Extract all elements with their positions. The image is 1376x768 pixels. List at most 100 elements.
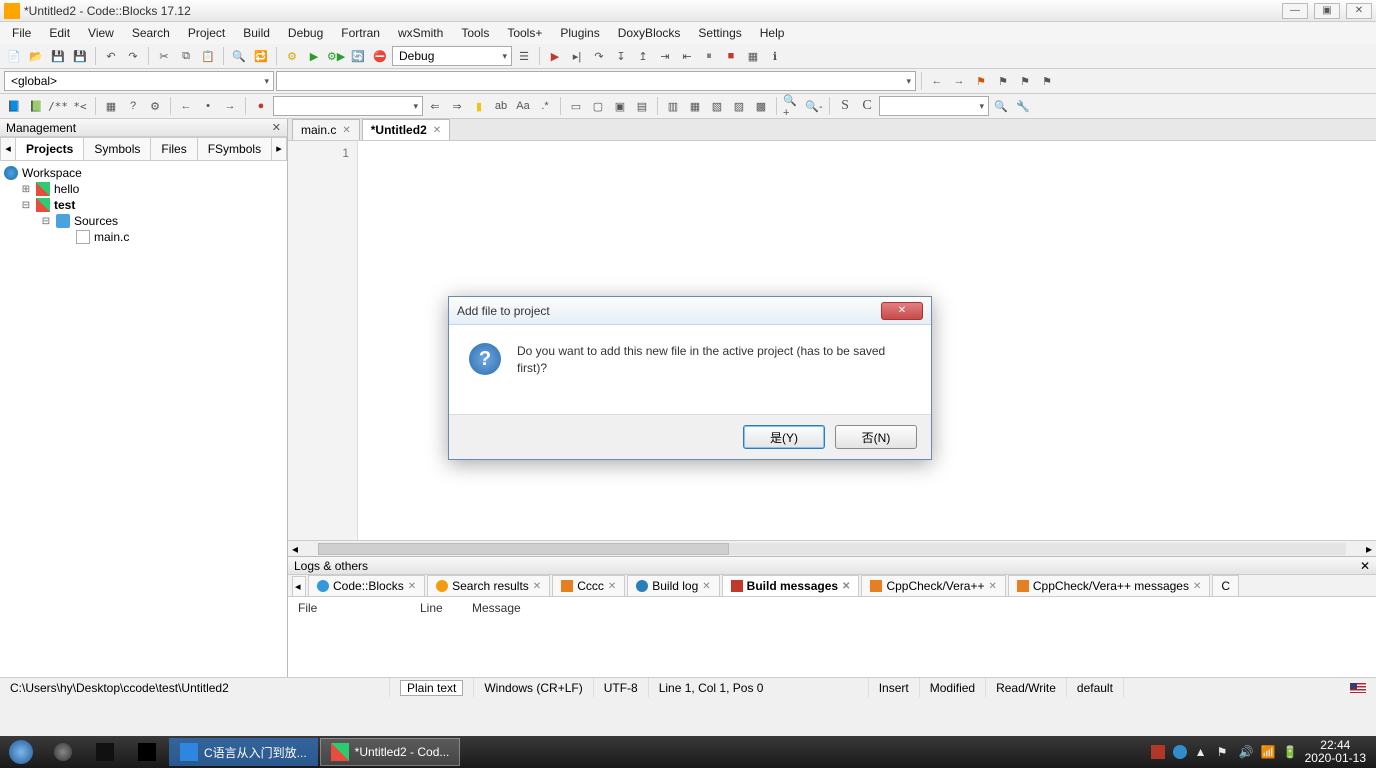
close-icon[interactable]: ✕ <box>608 581 616 592</box>
debug-start-icon[interactable]: ▶ <box>545 46 565 66</box>
run-icon[interactable]: ▶ <box>304 46 324 66</box>
minimize-button[interactable]: — <box>1282 3 1308 19</box>
rec-icon[interactable]: ● <box>251 96 271 116</box>
debug-step-in-icon[interactable]: ↧ <box>611 46 631 66</box>
symbol-dropdown[interactable] <box>276 71 916 91</box>
extra-combo[interactable] <box>879 96 989 116</box>
menu-tools[interactable]: Tools <box>453 24 497 42</box>
paste-icon[interactable]: 📋 <box>198 46 218 66</box>
search2-icon[interactable]: 🔍 <box>991 96 1011 116</box>
find-icon[interactable]: 🔍 <box>229 46 249 66</box>
box3-icon[interactable]: ▤ <box>632 96 652 116</box>
close-button[interactable]: ✕ <box>1346 3 1372 19</box>
editor-tab-untitled2[interactable]: *Untitled2 ✕ <box>362 119 450 140</box>
collapse-icon[interactable]: ⊟ <box>40 216 52 227</box>
undo-icon[interactable]: ↶ <box>101 46 121 66</box>
tab-fsymbols[interactable]: FSymbols <box>197 137 272 160</box>
doxy-extract-icon[interactable]: 📗 <box>26 96 46 116</box>
match-case-icon[interactable]: Aa <box>513 96 533 116</box>
doxy-help-icon[interactable]: ? <box>123 96 143 116</box>
scope-dropdown[interactable]: <global> <box>4 71 274 91</box>
jump-fwd-icon[interactable]: → <box>220 96 240 116</box>
taskbar-item-codeblocks[interactable]: *Untitled2 - Cod... <box>320 738 461 766</box>
tree-workspace[interactable]: Workspace <box>4 165 283 181</box>
logs-close-icon[interactable]: ✕ <box>1360 559 1370 573</box>
close-tab-icon[interactable]: ✕ <box>342 125 350 136</box>
tree-project-hello[interactable]: ⊞ hello <box>4 181 283 197</box>
dialog-close-button[interactable]: ✕ <box>881 302 923 320</box>
cut-icon[interactable]: ✂ <box>154 46 174 66</box>
doxy-config-icon[interactable]: ⚙ <box>145 96 165 116</box>
open-icon[interactable]: 📂 <box>26 46 46 66</box>
taskbar-item-terminal[interactable] <box>127 738 167 766</box>
close-tab-icon[interactable]: ✕ <box>433 125 441 136</box>
expand-icon[interactable]: ⊞ <box>20 184 32 195</box>
build-run-icon[interactable]: ⚙▶ <box>326 46 346 66</box>
tray-battery-icon[interactable]: 🔋 <box>1283 745 1297 759</box>
logs-scroll-left[interactable]: ◂ <box>292 576 306 596</box>
close-icon[interactable]: ✕ <box>408 581 416 592</box>
status-filetype[interactable]: Plain text <box>400 680 463 696</box>
debug-break-icon[interactable]: ⏸ <box>699 46 719 66</box>
scroll-right-icon[interactable]: ▸ <box>1362 542 1376 556</box>
tab-scroll-right[interactable]: ▸ <box>271 137 287 160</box>
zoom-out-icon[interactable]: 🔍- <box>804 96 824 116</box>
taskbar-item-gear[interactable] <box>43 738 83 766</box>
taskbar-item-wps[interactable]: C语言从入门到放... <box>169 738 318 766</box>
new-file-icon[interactable]: 📄 <box>4 46 24 66</box>
close-icon[interactable]: ✕ <box>533 581 541 592</box>
tab-files[interactable]: Files <box>150 137 197 160</box>
select-icon[interactable]: ▭ <box>566 96 586 116</box>
debug-info-icon[interactable]: ℹ <box>765 46 785 66</box>
tab-scroll-left[interactable]: ◂ <box>0 137 16 160</box>
wrench-icon[interactable]: 🔧 <box>1013 96 1033 116</box>
highlight-icon[interactable]: ▮ <box>469 96 489 116</box>
editor-tab-main-c[interactable]: main.c ✕ <box>292 119 360 140</box>
editor-hscrollbar[interactable]: ◂ ▸ <box>288 540 1376 556</box>
save-icon[interactable]: 💾 <box>48 46 68 66</box>
logs-tab-cccc[interactable]: Cccc✕ <box>552 575 625 596</box>
win3-icon[interactable]: ▧ <box>707 96 727 116</box>
save-all-icon[interactable]: 💾 <box>70 46 90 66</box>
scroll-thumb[interactable] <box>318 543 729 555</box>
tree-project-test[interactable]: ⊟ test <box>4 197 283 213</box>
letter-c-icon[interactable]: C <box>857 96 877 116</box>
scroll-left-icon[interactable]: ◂ <box>288 542 302 556</box>
menu-wxsmith[interactable]: wxSmith <box>390 24 451 42</box>
tray-volume-icon[interactable]: 📶 <box>1261 745 1275 759</box>
jump-back-icon[interactable]: ← <box>176 96 196 116</box>
logs-tab-cppcheck2[interactable]: CppCheck/Vera++ messages✕ <box>1008 575 1210 596</box>
win2-icon[interactable]: ▦ <box>685 96 705 116</box>
redo-icon[interactable]: ↷ <box>123 46 143 66</box>
debug-run-cursor-icon[interactable]: ▸| <box>567 46 587 66</box>
copy-icon[interactable]: ⧉ <box>176 46 196 66</box>
tray-ime-icon[interactable] <box>1151 745 1165 759</box>
tab-symbols[interactable]: Symbols <box>83 137 151 160</box>
jump-dot-icon[interactable]: • <box>198 96 218 116</box>
debug-next-icon[interactable]: ↷ <box>589 46 609 66</box>
menu-doxyblocks[interactable]: DoxyBlocks <box>610 24 689 42</box>
menu-debug[interactable]: Debug <box>280 24 331 42</box>
logs-tab-cppcheck1[interactable]: CppCheck/Vera++✕ <box>861 575 1005 596</box>
close-icon[interactable]: ✕ <box>702 581 710 592</box>
menu-project[interactable]: Project <box>180 24 233 42</box>
win1-icon[interactable]: ▥ <box>663 96 683 116</box>
build-icon[interactable]: ⚙ <box>282 46 302 66</box>
bookmark-next-icon[interactable]: ⚑ <box>1015 71 1035 91</box>
menu-help[interactable]: Help <box>752 24 793 42</box>
tab-projects[interactable]: Projects <box>15 137 84 160</box>
doxy-run-icon[interactable]: ▦ <box>101 96 121 116</box>
debug-step-instr-icon[interactable]: ⇤ <box>677 46 697 66</box>
abort-icon[interactable]: ⛔ <box>370 46 390 66</box>
debug-step-out-icon[interactable]: ↥ <box>633 46 653 66</box>
tray-network-icon[interactable]: 🔊 <box>1239 745 1253 759</box>
logs-tab-more[interactable]: C <box>1212 575 1239 596</box>
tray-up-icon[interactable]: ▲ <box>1195 745 1209 759</box>
menu-view[interactable]: View <box>80 24 122 42</box>
target-options-icon[interactable]: ☰ <box>514 46 534 66</box>
dialog-no-button[interactable]: 否(N) <box>835 425 917 449</box>
next-result-icon[interactable]: ⇒ <box>447 96 467 116</box>
rebuild-icon[interactable]: 🔄 <box>348 46 368 66</box>
zoom-in-icon[interactable]: 🔍+ <box>782 96 802 116</box>
tree-folder-sources[interactable]: ⊟ Sources <box>4 213 283 229</box>
